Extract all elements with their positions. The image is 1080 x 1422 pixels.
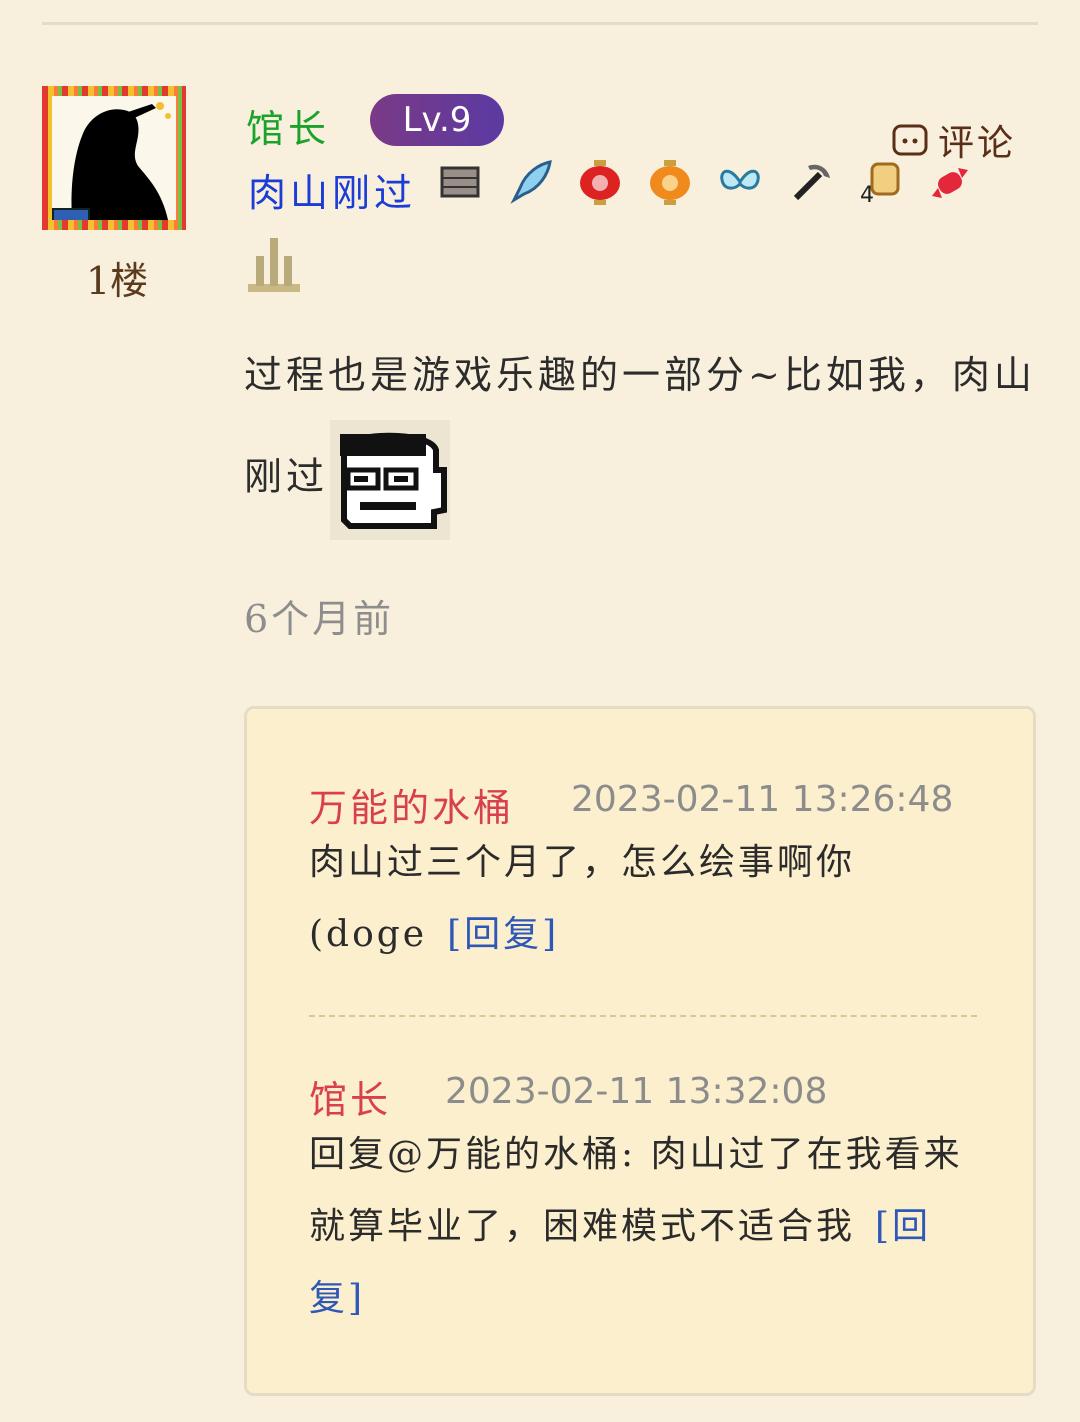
brick-badge-icon[interactable]	[436, 158, 484, 206]
reply-time: 2023-02-11 13:32:08	[445, 1071, 828, 1112]
reply-text: 肉山过三个月了，怎么绘事啊你(doge [回复]	[309, 827, 981, 971]
number-4-badge-icon[interactable]: 4	[856, 158, 904, 206]
castle-badge-icon[interactable]	[244, 234, 304, 294]
reply-text: 回复@万能的水桶: 肉山过了在我看来就算毕业了，困难模式不适合我 [回复]	[309, 1119, 981, 1335]
reply-time: 2023-02-11 13:26:48	[571, 779, 954, 820]
pickaxe-badge-icon[interactable]	[786, 158, 834, 206]
red-lantern-badge-icon[interactable]	[576, 158, 624, 206]
flag-icon	[52, 208, 90, 220]
level-badge: Lv.9	[370, 94, 504, 146]
post-time: 6个月前	[244, 597, 395, 641]
butterfly-badge-icon[interactable]	[716, 158, 764, 206]
svg-text:4: 4	[860, 183, 874, 206]
avatar[interactable]	[42, 86, 186, 230]
feather-badge-icon[interactable]	[506, 158, 554, 206]
reply-author[interactable]: 万能的水桶	[309, 777, 514, 832]
top-divider	[42, 22, 1038, 25]
reply-divider	[309, 1015, 977, 1017]
badge-row: 4	[436, 158, 974, 206]
orange-lantern-badge-icon[interactable]	[646, 158, 694, 206]
reply-box: 万能的水桶 2023-02-11 13:26:48 肉山过三个月了，怎么绘事啊你…	[244, 706, 1036, 1396]
comment-icon	[892, 124, 928, 156]
candy-badge-icon[interactable]	[926, 158, 974, 206]
user-title: 肉山刚过	[248, 171, 417, 215]
floor-number: 1楼	[86, 259, 149, 303]
silhouette-icon	[71, 102, 171, 220]
reply-author[interactable]: 馆长	[309, 1069, 391, 1124]
reply-content: 回复@万能的水桶: 肉山过了在我看来就算毕业了，困难模式不适合我	[309, 1134, 963, 1247]
reply-content: 肉山过三个月了，怎么绘事啊你(doge	[309, 842, 856, 955]
glasses-face-emoji-icon	[330, 420, 451, 540]
post-body: 过程也是游戏乐趣的一部分~比如我，肉山刚过	[244, 330, 1044, 540]
reply-link[interactable]: [回复]	[447, 914, 559, 955]
author-name[interactable]: 馆长	[246, 98, 330, 153]
